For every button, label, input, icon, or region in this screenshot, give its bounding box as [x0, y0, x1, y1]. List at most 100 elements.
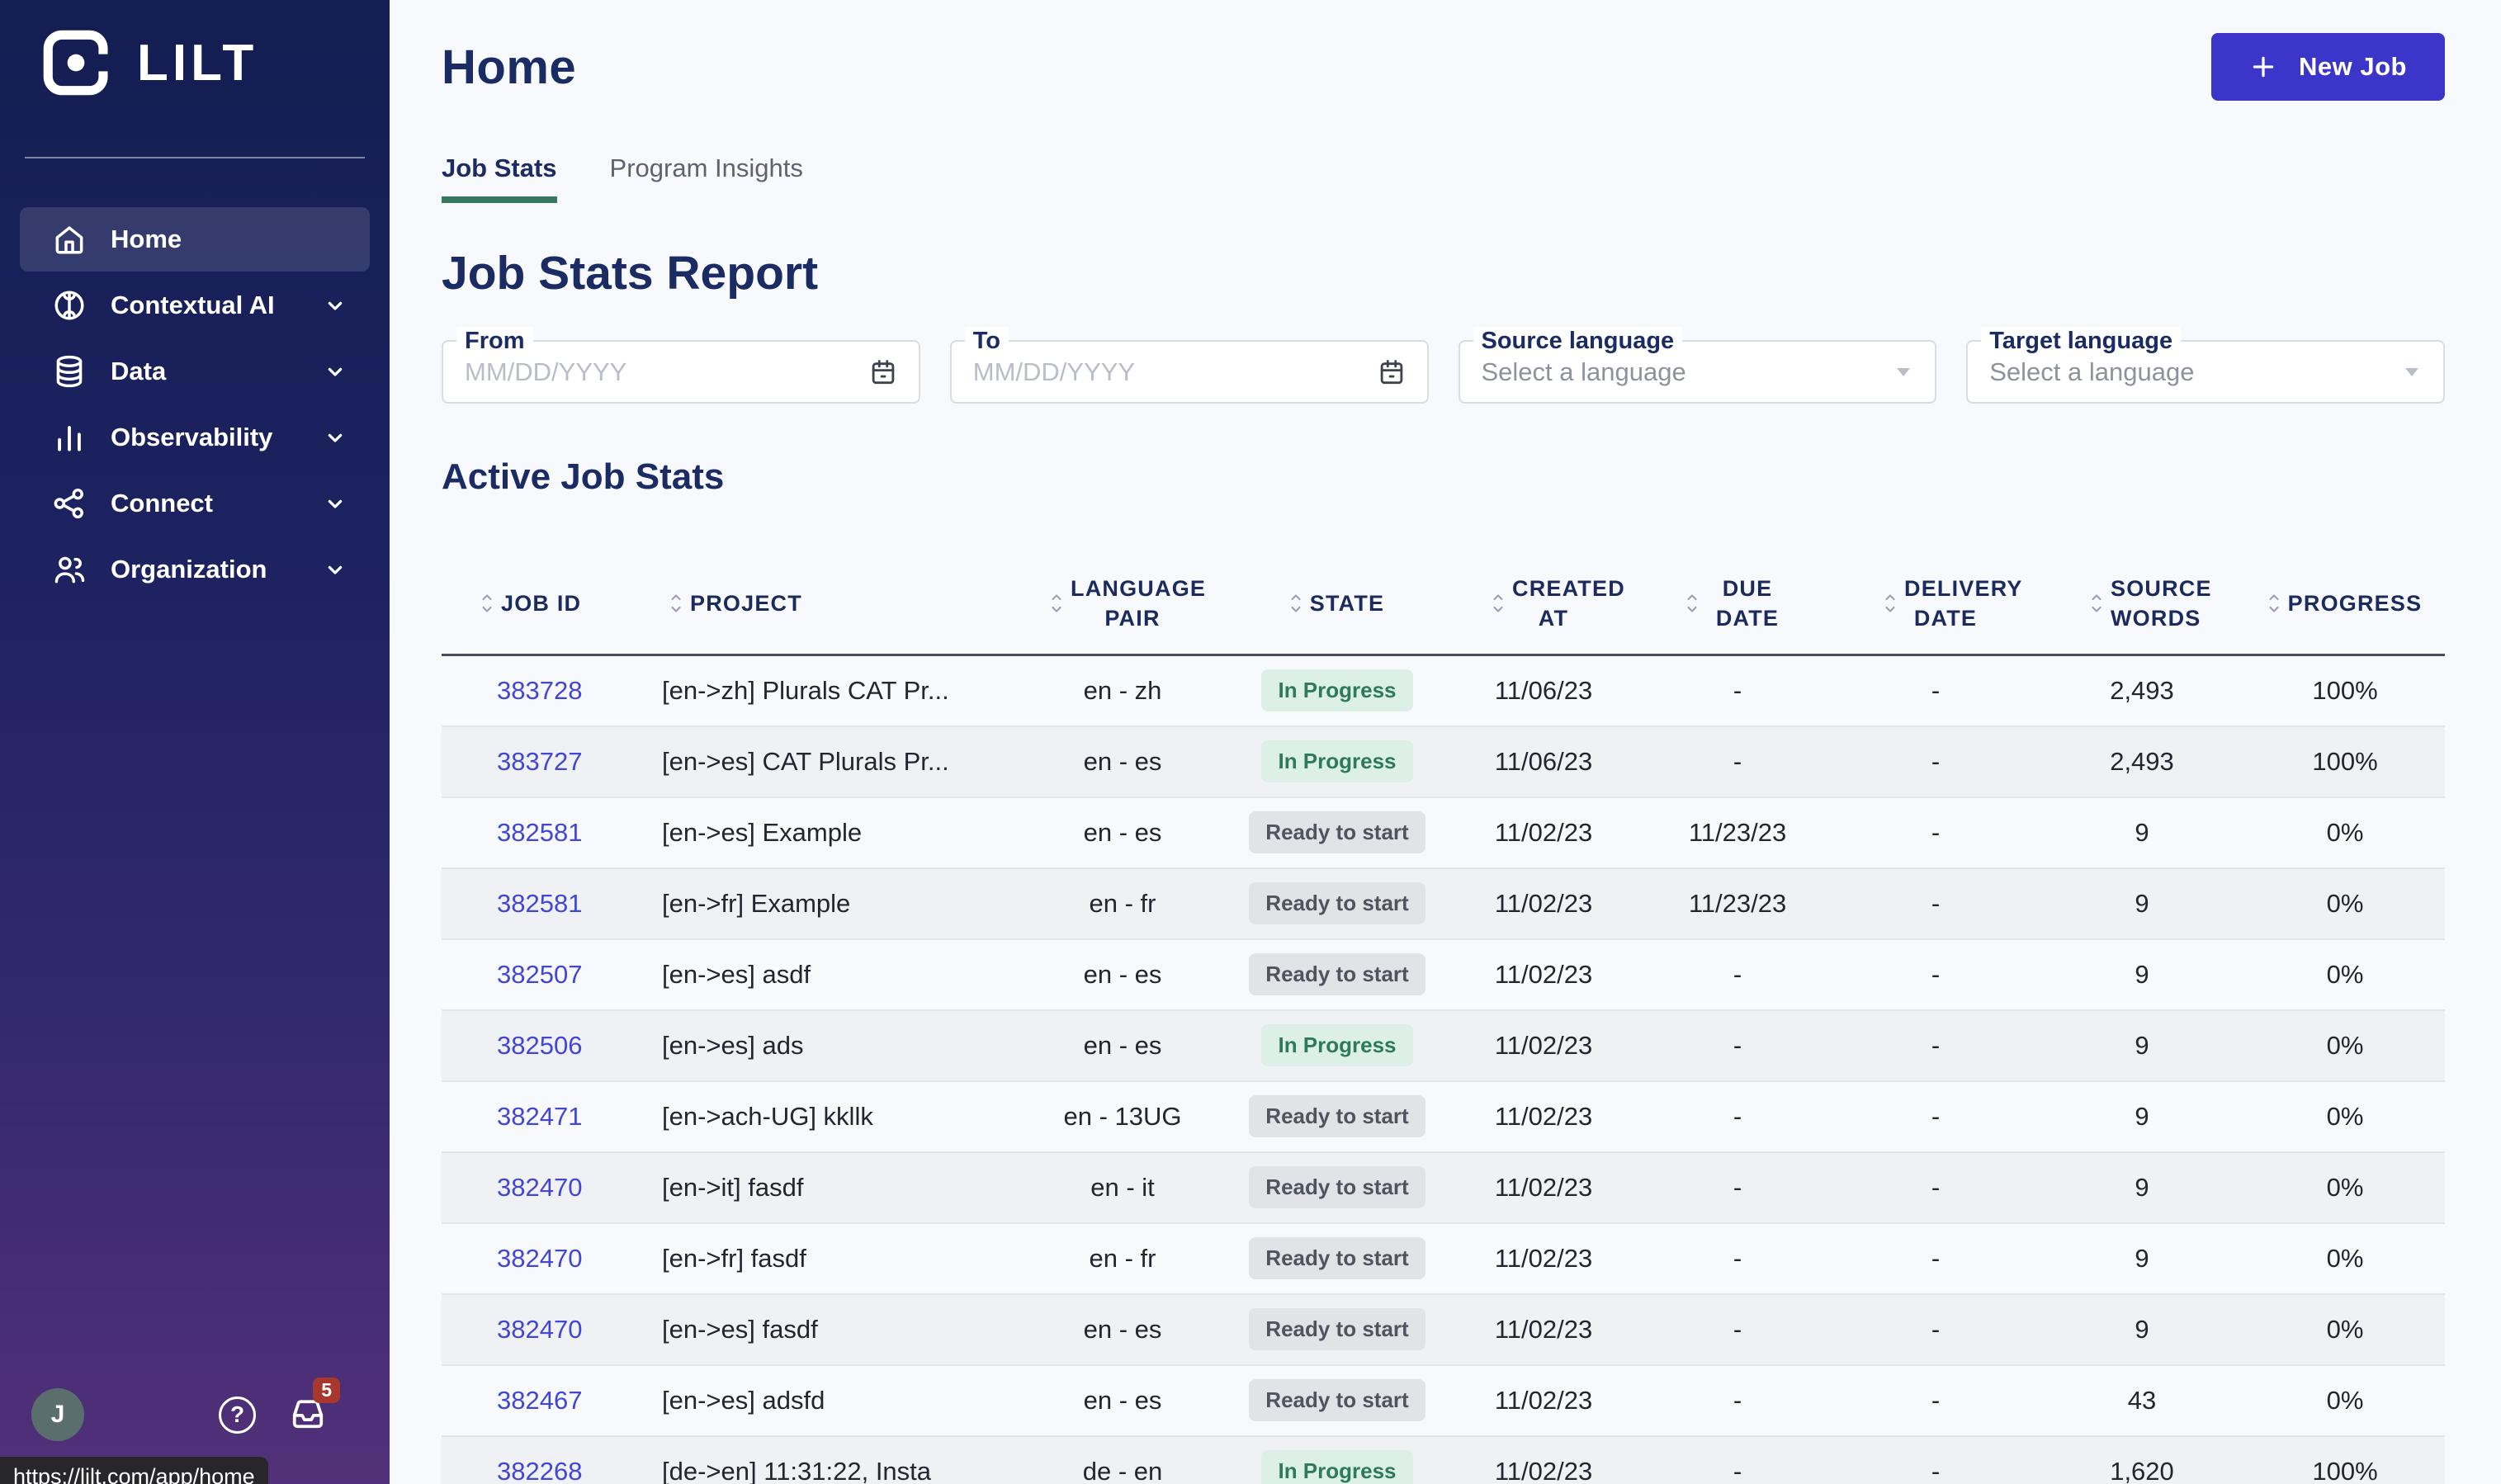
job-id-link[interactable]: 383727 — [497, 747, 582, 776]
project-cell: [en->es] CAT Plurals Pr... — [662, 746, 949, 776]
table-row: 383728 [en->zh] Plurals CAT Pr... en - zh I… — [442, 656, 2445, 727]
due-date-cell: - — [1733, 1172, 1742, 1202]
job-id-link[interactable]: 382507 — [497, 960, 582, 989]
table-row: 382471 [en->ach-UG] kkllk en - 13UG Ready t… — [442, 1082, 2445, 1153]
job-id-link[interactable]: 382581 — [497, 818, 582, 847]
progress-cell: 0% — [2326, 1385, 2364, 1415]
job-id-link[interactable]: 382467 — [497, 1386, 582, 1415]
project-cell: [en->es] asdf — [662, 959, 811, 989]
created-at-cell: 11/02/23 — [1494, 1101, 1593, 1131]
job-id-link[interactable]: 382470 — [497, 1173, 582, 1202]
to-date-input[interactable] — [951, 357, 1376, 387]
calendar-icon[interactable] — [1376, 357, 1407, 388]
due-date-cell: 11/23/23 — [1688, 817, 1787, 847]
source-language-select[interactable]: Source language Select a language — [1458, 327, 1937, 404]
lilt-logo-icon — [43, 30, 108, 96]
tab-job-stats[interactable]: Job Stats — [442, 154, 557, 203]
source-words-cell: 2,493 — [2110, 675, 2174, 705]
job-id-link[interactable]: 382268 — [497, 1457, 582, 1484]
sidebar: LILT Home Contextual AI Data Observabili… — [0, 0, 390, 1484]
language-pair-cell: en - fr — [1089, 1243, 1156, 1273]
sidebar-item-data[interactable]: Data — [20, 339, 370, 404]
progress-cell: 100% — [2312, 675, 2378, 705]
job-id-link[interactable]: 383728 — [497, 676, 582, 705]
sidebar-footer: J ? 5 — [0, 1377, 390, 1441]
job-id-link[interactable]: 382470 — [497, 1244, 582, 1273]
column-header-job-id[interactable]: JOB ID — [442, 588, 652, 618]
table-row: 382581 [en->es] Example en - es Ready to st… — [442, 798, 2445, 869]
language-pair-cell: en - es — [1083, 1314, 1162, 1344]
sort-icon — [2269, 594, 2279, 612]
sidebar-item-organization[interactable]: Organization — [20, 537, 370, 602]
sidebar-item-label: Connect — [111, 489, 213, 518]
state-badge: Ready to start — [1249, 1166, 1425, 1209]
source-words-cell: 2,493 — [2110, 746, 2174, 776]
due-date-cell: - — [1733, 1385, 1742, 1415]
column-header-created-at[interactable]: CREATED AT — [1444, 574, 1643, 634]
calendar-icon[interactable] — [868, 357, 899, 388]
inbox-button[interactable]: 5 — [287, 1377, 340, 1438]
job-id-link[interactable]: 382581 — [497, 889, 582, 918]
created-at-cell: 11/02/23 — [1494, 1243, 1593, 1273]
new-job-button-label: New Job — [2299, 52, 2407, 81]
source-words-cell: 43 — [2127, 1385, 2157, 1415]
job-id-link[interactable]: 382471 — [497, 1102, 582, 1131]
chevron-down-icon — [328, 367, 343, 376]
source-words-cell: 9 — [2135, 817, 2149, 847]
job-id-link[interactable]: 382470 — [497, 1315, 582, 1344]
column-header-progress[interactable]: PROGRESS — [2245, 588, 2445, 618]
project-cell: [en->es] fasdf — [662, 1314, 818, 1344]
lilt-logo-text: LILT — [137, 34, 258, 92]
column-header-state[interactable]: STATE — [1230, 588, 1444, 618]
column-header-source-words[interactable]: SOURCE WORDS — [2039, 574, 2245, 634]
from-date-input[interactable] — [443, 357, 868, 387]
caret-down-icon — [1897, 367, 1911, 376]
sidebar-nav: Home Contextual AI Data Observability Co… — [0, 207, 390, 602]
source-language-value: Select a language — [1481, 357, 1686, 386]
state-badge: Ready to start — [1249, 882, 1425, 925]
job-id-link[interactable]: 382506 — [497, 1031, 582, 1060]
sidebar-item-label: Contextual AI — [111, 291, 275, 319]
database-icon — [56, 355, 83, 388]
progress-cell: 0% — [2326, 1243, 2364, 1273]
source-words-cell: 9 — [2135, 1172, 2149, 1202]
language-pair-cell: en - fr — [1089, 888, 1156, 918]
brain-icon — [54, 291, 84, 320]
source-words-cell: 9 — [2135, 1243, 2149, 1273]
delivery-date-cell: - — [1931, 888, 1941, 918]
created-at-cell: 11/02/23 — [1494, 888, 1593, 918]
column-header-project[interactable]: PROJECT — [652, 588, 1015, 618]
language-pair-cell: en - es — [1083, 1030, 1162, 1060]
sidebar-item-observability[interactable]: Observability — [20, 405, 370, 470]
created-at-cell: 11/02/23 — [1494, 959, 1593, 989]
plus-icon — [2253, 56, 2274, 78]
sidebar-item-label: Organization — [111, 555, 267, 584]
new-job-button[interactable]: New Job — [2211, 33, 2445, 101]
sidebar-item-contextual-ai[interactable]: Contextual AI — [20, 273, 370, 338]
column-header-language-pair[interactable]: LANGUAGE PAIR — [1015, 574, 1230, 634]
sidebar-item-label: Data — [111, 357, 167, 385]
from-date-field[interactable]: From — [442, 327, 920, 404]
delivery-date-cell: - — [1931, 746, 1941, 776]
table-body: 383728 [en->zh] Plurals CAT Pr... en - zh I… — [442, 656, 2445, 1484]
sidebar-item-label: Observability — [111, 423, 273, 451]
created-at-cell: 11/06/23 — [1494, 746, 1593, 776]
state-badge: In Progress — [1261, 1450, 1413, 1484]
to-date-field[interactable]: To — [949, 327, 1429, 404]
project-cell: [en->zh] Plurals CAT Pr... — [662, 675, 949, 705]
sidebar-item-home[interactable]: Home — [20, 207, 370, 272]
help-icon[interactable]: ? — [219, 1396, 256, 1434]
avatar[interactable]: J — [31, 1388, 84, 1441]
source-words-cell: 9 — [2135, 1030, 2149, 1060]
language-pair-cell: en - zh — [1083, 675, 1162, 705]
project-cell: [en->es] Example — [662, 817, 863, 847]
sidebar-item-connect[interactable]: Connect — [20, 471, 370, 536]
target-language-value: Select a language — [1989, 357, 2195, 386]
target-language-select[interactable]: Target language Select a language — [1966, 327, 2445, 404]
delivery-date-cell: - — [1931, 817, 1941, 847]
column-header-delivery-date[interactable]: DELIVERY DATE — [1832, 574, 2039, 634]
progress-cell: 0% — [2326, 1030, 2364, 1060]
tab-program-insights[interactable]: Program Insights — [610, 154, 803, 203]
source-words-cell: 1,620 — [2110, 1456, 2174, 1484]
column-header-due-date[interactable]: DUE DATE — [1643, 574, 1832, 634]
